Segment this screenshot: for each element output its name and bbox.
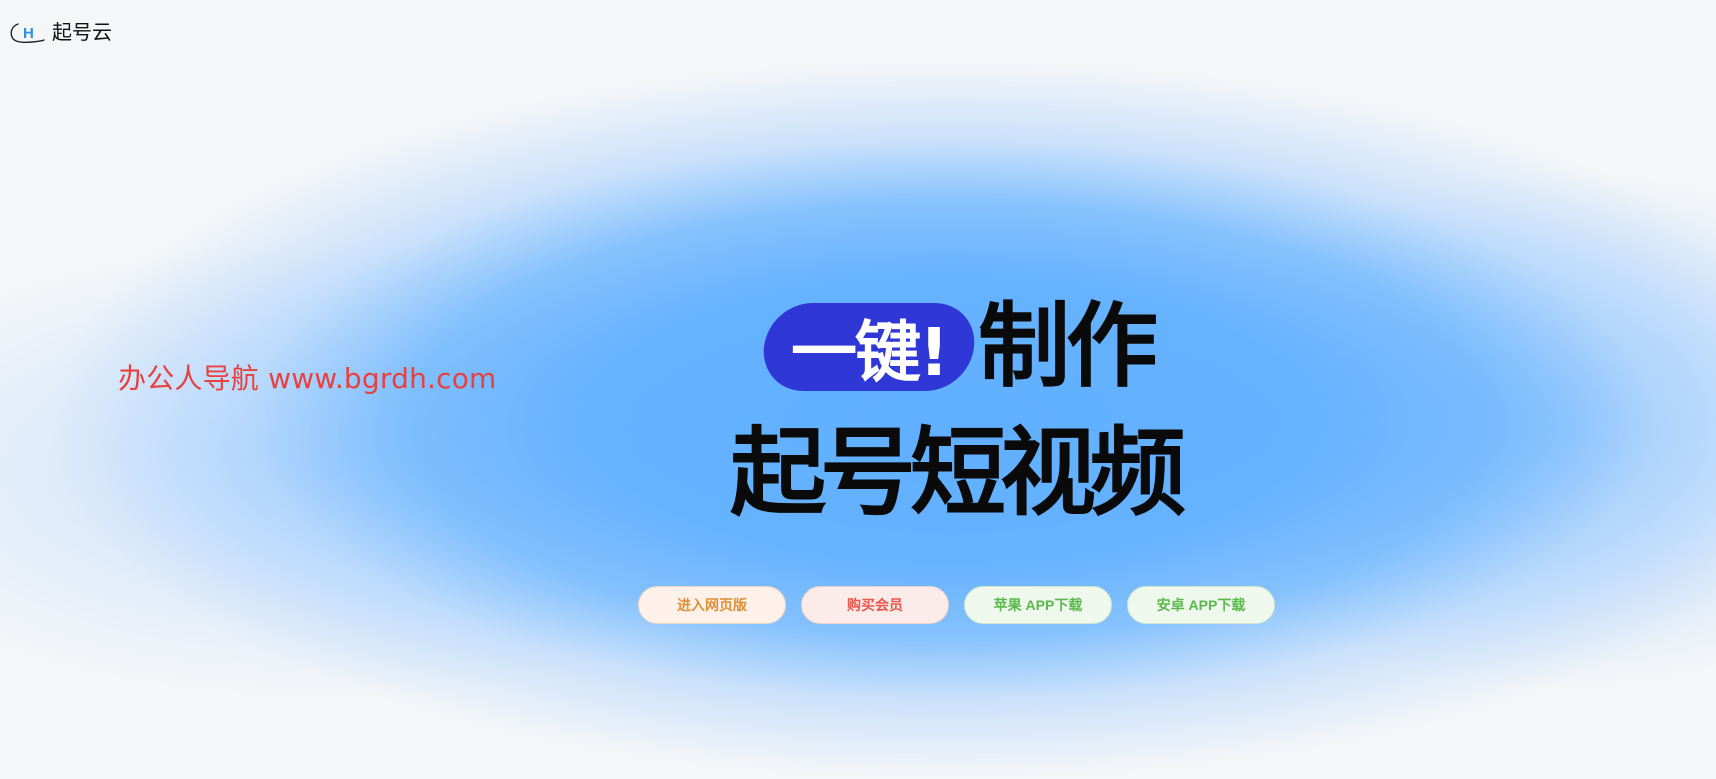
enter-web-button[interactable]: 进入网页版 xyxy=(638,586,786,624)
watermark-text: 办公人导航 www.bgrdh.com xyxy=(118,362,497,395)
logo-letter: H xyxy=(23,25,34,42)
hero-pill-badge: 一键! xyxy=(759,303,979,391)
hero-line-1: 一键! 制作 xyxy=(759,293,1158,400)
action-buttons: 进入网页版 购买会员 苹果 APP下载 安卓 APP下载 xyxy=(638,586,1275,624)
buy-membership-button[interactable]: 购买会员 xyxy=(801,586,949,624)
hero-pill-text: 一键! xyxy=(790,314,948,391)
cloud-h-logo-icon: H xyxy=(8,18,46,46)
logo[interactable]: H 起号云 xyxy=(8,18,112,46)
brand-name: 起号云 xyxy=(52,20,112,44)
hero-line-1-text: 制作 xyxy=(978,293,1158,400)
android-app-download-button[interactable]: 安卓 APP下载 xyxy=(1127,586,1275,624)
hero-headline: 起号短视频 xyxy=(730,417,1186,529)
ios-app-download-button[interactable]: 苹果 APP下载 xyxy=(964,586,1112,624)
